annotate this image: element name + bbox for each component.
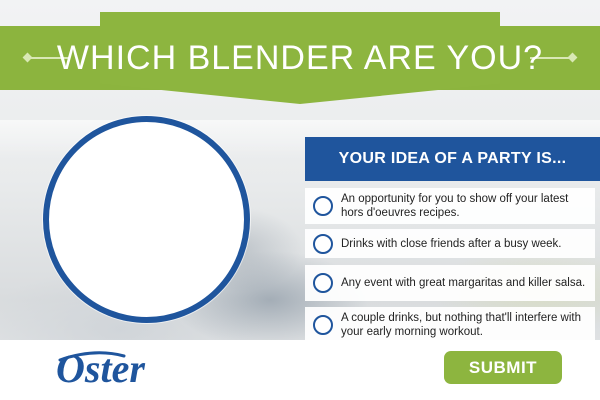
result-photo-circle (43, 116, 250, 323)
answer-option-label: A couple drinks, but nothing that'll int… (341, 312, 582, 338)
radio-button-icon[interactable] (313, 233, 333, 254)
answer-option-4[interactable]: A couple drinks, but nothing that'll int… (305, 307, 595, 343)
answer-option-1[interactable]: An opportunity for you to show off your … (305, 188, 595, 224)
radio-button-icon[interactable] (313, 315, 333, 335)
radio-button-icon[interactable] (313, 273, 333, 293)
header-banner: WHICH BLENDER ARE YOU? (0, 12, 600, 104)
answer-option-3[interactable]: Any event with great margaritas and kill… (305, 265, 595, 301)
answer-option-label: Any event with great margaritas and kill… (341, 277, 586, 289)
question-heading: YOUR IDEA OF A PARTY IS... (305, 137, 600, 181)
radio-button-icon[interactable] (313, 196, 333, 216)
submit-button[interactable]: SUBMIT (444, 351, 562, 384)
answer-option-2[interactable]: Drinks with close friends after a busy w… (305, 229, 595, 258)
oster-logo: Oster (56, 346, 145, 391)
quiz-title: WHICH BLENDER ARE YOU? (56, 39, 544, 77)
answer-option-label: An opportunity for you to show off your … (341, 193, 569, 219)
answer-option-label: Drinks with close friends after a busy w… (341, 237, 562, 250)
